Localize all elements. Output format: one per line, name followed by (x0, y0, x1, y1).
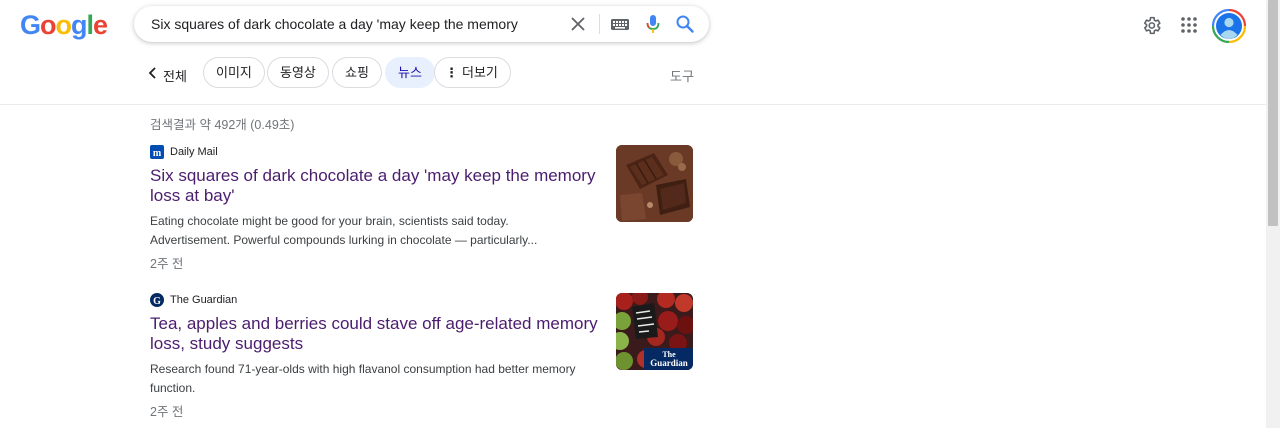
logo-letter: o (40, 10, 56, 40)
result-title-link[interactable]: Tea, apples and berries could stave off … (150, 314, 600, 354)
logo-letter: g (71, 10, 87, 40)
svg-text:m: m (153, 148, 162, 159)
google-logo[interactable]: Google (20, 10, 108, 41)
logo-letter: o (55, 10, 72, 40)
header-divider (0, 104, 1266, 105)
svg-text:G: G (153, 296, 161, 307)
tab-label: 더보기 (462, 65, 498, 80)
tab-videos[interactable]: 동영상 (267, 57, 329, 88)
tab-more[interactable]: ⋮ 더보기 (434, 57, 511, 88)
search-box[interactable]: Six squares of dark chocolate a day 'may… (134, 6, 709, 42)
logo-letter: e (93, 10, 108, 40)
more-vert-icon: ⋮ (445, 65, 458, 80)
keyboard-icon[interactable] (610, 14, 630, 34)
page-scrollbar[interactable] (1266, 0, 1280, 428)
tab-label: 동영상 (280, 65, 316, 80)
source-name: The Guardian (170, 294, 238, 306)
chocolate-thumbnail[interactable] (616, 145, 693, 222)
tab-all[interactable]: 전체 (163, 66, 187, 85)
daily-mail-favicon: m (150, 145, 164, 159)
news-result[interactable]: G The Guardian Tea, apples and berries c… (150, 292, 710, 420)
apples-thumbnail[interactable]: The Guardian (616, 293, 693, 370)
tab-label: 쇼핑 (345, 65, 369, 80)
result-stats: 검색결과 약 492개 (0.49초) (150, 118, 295, 132)
account-avatar[interactable] (1212, 9, 1246, 43)
search-divider (599, 14, 600, 34)
svg-text:Guardian: Guardian (650, 358, 688, 368)
result-title-link[interactable]: Six squares of dark chocolate a day 'may… (150, 166, 600, 206)
search-input[interactable]: Six squares of dark chocolate a day 'may… (151, 16, 518, 32)
scrollbar-thumb[interactable] (1268, 0, 1278, 226)
tools-button[interactable]: 도구 (670, 66, 694, 85)
result-time: 2주 전 (150, 257, 184, 271)
result-snippet: Research found 71-year-olds with high fl… (150, 362, 576, 395)
result-time: 2주 전 (150, 405, 184, 419)
logo-letter: G (20, 10, 41, 40)
apps-grid-icon[interactable] (1181, 17, 1197, 33)
tab-label: 뉴스 (398, 65, 422, 80)
tab-shopping[interactable]: 쇼핑 (332, 57, 382, 88)
guardian-favicon: G (150, 293, 164, 307)
news-result[interactable]: m Daily Mail Six squares of dark chocola… (150, 144, 710, 272)
result-snippet: Eating chocolate might be good for your … (150, 214, 538, 247)
chevron-left-icon[interactable] (146, 64, 160, 82)
search-tabs: 전체 이미지 동영상 쇼핑 뉴스 ⋮ 더보기 도구 (0, 56, 1280, 92)
clear-icon[interactable] (568, 14, 588, 34)
tab-images[interactable]: 이미지 (203, 57, 265, 88)
mic-icon[interactable] (643, 14, 663, 34)
source-name: Daily Mail (170, 146, 218, 158)
tab-label: 이미지 (216, 65, 252, 80)
search-icon[interactable] (675, 14, 695, 34)
tab-news[interactable]: 뉴스 (385, 57, 435, 88)
settings-gear-icon[interactable] (1141, 15, 1162, 36)
